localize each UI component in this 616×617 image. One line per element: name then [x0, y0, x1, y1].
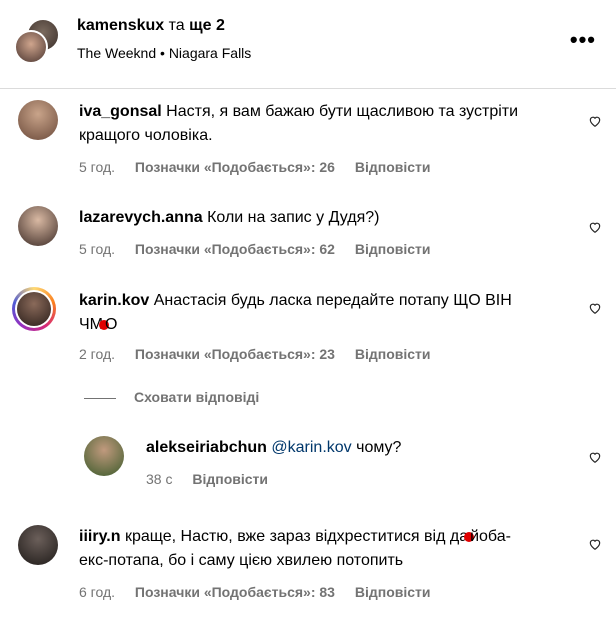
- header-more-count[interactable]: ще 2: [189, 17, 225, 34]
- comment-time: 38 с: [146, 471, 173, 487]
- heart-icon[interactable]: [588, 301, 602, 315]
- comment-time: 6 год.: [79, 584, 116, 600]
- reply-button[interactable]: Відповісти: [355, 584, 431, 600]
- heart-icon[interactable]: [588, 537, 602, 551]
- reply-button[interactable]: Відповісти: [355, 159, 431, 175]
- likes-count[interactable]: Позначки «Подобається»: 23: [135, 346, 335, 362]
- reply-button[interactable]: Відповісти: [192, 471, 268, 487]
- more-horizontal-icon[interactable]: •••: [570, 27, 596, 53]
- comment-text: alekseiriabchun @karin.kov чому?: [146, 439, 402, 456]
- comment-time: 5 год.: [79, 241, 116, 257]
- header-subtitle: The Weeknd • Niagara Falls: [77, 45, 252, 61]
- reply-button[interactable]: Відповісти: [355, 241, 431, 257]
- avatar[interactable]: [12, 287, 56, 331]
- comment-text: lazarevych.anna Коли на запис у Дудя?): [79, 209, 380, 226]
- comment-username[interactable]: karin.kov: [79, 292, 149, 309]
- avatar[interactable]: [18, 525, 58, 565]
- avatar-stack[interactable]: [14, 18, 60, 64]
- comment-text: iiiry.n краще, Настю, вже зараз відхрест…: [79, 528, 511, 569]
- avatar: [14, 30, 48, 64]
- post-header: kamenskux та ще 2 The Weeknd • Niagara F…: [0, 0, 616, 89]
- location-link[interactable]: Niagara Falls: [169, 45, 251, 61]
- avatar[interactable]: [84, 436, 124, 476]
- comment-text: karin.kov Анастасія будь ласка передайте…: [79, 292, 512, 333]
- avatar[interactable]: [18, 100, 58, 140]
- header-username[interactable]: kamenskux: [77, 17, 164, 34]
- mention-link[interactable]: @karin.kov: [271, 439, 351, 456]
- comment-username[interactable]: lazarevych.anna: [79, 209, 203, 226]
- divider: [84, 397, 116, 399]
- header-title: kamenskux та ще 2: [77, 17, 225, 34]
- reply-button[interactable]: Відповісти: [355, 346, 431, 362]
- avatar[interactable]: [18, 206, 58, 246]
- heart-icon[interactable]: [588, 450, 602, 464]
- comment-username[interactable]: iva_gonsal: [79, 103, 162, 120]
- heart-icon[interactable]: [588, 114, 602, 128]
- comment-time: 5 год.: [79, 159, 116, 175]
- comment-time: 2 год.: [79, 346, 116, 362]
- comment-meta: 6 год. Позначки «Подобається»: 83 Відпов…: [79, 584, 447, 600]
- comment-meta: 38 с Відповісти: [146, 471, 284, 487]
- comment-meta: 5 год. Позначки «Подобається»: 26 Відпов…: [79, 159, 447, 175]
- comment-username[interactable]: iiiry.n: [79, 528, 121, 545]
- comment-meta: 5 год. Позначки «Подобається»: 62 Відпов…: [79, 241, 447, 257]
- comment-text: iva_gonsal Настя, я вам бажаю бути щасли…: [79, 103, 519, 144]
- likes-count[interactable]: Позначки «Подобається»: 62: [135, 241, 335, 257]
- hide-replies-button[interactable]: Сховати відповіді: [84, 389, 259, 405]
- comment-meta: 2 год. Позначки «Подобається»: 23 Відпов…: [79, 346, 447, 362]
- comment-username[interactable]: alekseiriabchun: [146, 439, 267, 456]
- heart-icon[interactable]: [588, 220, 602, 234]
- music-link[interactable]: The Weeknd: [77, 45, 156, 61]
- likes-count[interactable]: Позначки «Подобається»: 26: [135, 159, 335, 175]
- likes-count[interactable]: Позначки «Подобається»: 83: [135, 584, 335, 600]
